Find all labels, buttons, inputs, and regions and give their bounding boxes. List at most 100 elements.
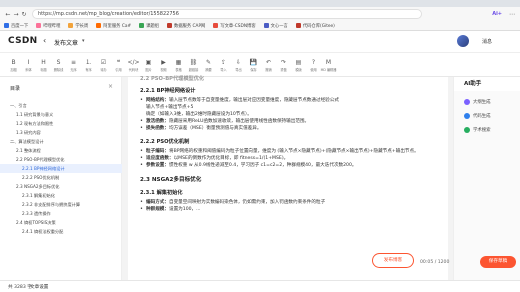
toolbar-button[interactable]: ☑ 待办 [96, 58, 111, 72]
bullet-text: 输入节点+输出节点+5 [146, 105, 194, 110]
toolbar-label: 视频 [160, 67, 167, 72]
toc-item[interactable]: 1.3 研究内容 [0, 128, 122, 137]
editor-paper[interactable]: 2.2 PSO-BP代理模型优化 2.2.1 BP神经网络设计 • 网络结构：输… [128, 76, 448, 280]
toolbar-button[interactable]: ↶ 撤销 [261, 58, 276, 72]
messages-link[interactable]: 消息 [482, 38, 492, 45]
article-settings-button[interactable]: 文章设置 [30, 284, 48, 290]
bookmark-label: 学长周 [75, 23, 89, 29]
word-count: 共 3283 字 [8, 285, 32, 290]
ai-tool-item[interactable]: 代码生成 [464, 113, 491, 119]
bookmark-icon [263, 23, 269, 28]
close-icon[interactable]: × [108, 83, 113, 90]
avatar[interactable] [457, 35, 469, 47]
toolbar-icon: ⇩ [235, 58, 242, 66]
ai-button[interactable]: Ai+ [492, 11, 502, 17]
bookmark-icon [4, 23, 9, 28]
toolbar-button[interactable]: M MD 编辑器 [321, 58, 337, 72]
toolbar-button[interactable]: ⇪ 导入 [216, 58, 231, 72]
bookmark-label: 写文章-CSDN博客 [220, 23, 256, 29]
toolbar-label: 保存 [250, 67, 257, 72]
bookmark-icon [213, 23, 219, 28]
bookmark-item[interactable]: 写文章-CSDN博客 [213, 23, 256, 29]
chevron-down-icon[interactable]: ▾ [82, 38, 85, 44]
bullet-text: 确定（如输入3维，输出2维时隐藏层设为10节点）。 [146, 112, 252, 117]
toolbar-icon: 💾 [249, 58, 258, 66]
bookmark-item[interactable]: 阿里服务 Ca# [96, 23, 131, 29]
toolbar-button[interactable]: I 斜体 [21, 58, 36, 72]
toolbar-button[interactable]: B 加粗 [6, 58, 21, 72]
ai-assistant-panel: AI助手 大纲生成 代码生成 学术搜索 [453, 77, 520, 280]
bullet-text: 设置为100，... [168, 207, 201, 212]
toolbar-button[interactable]: ✎ 摘要 [201, 58, 216, 72]
app-header: CSDN ‹ 发布文章 ▾ 消息 [0, 31, 520, 53]
bookmark-item[interactable]: 文心一言 [263, 23, 288, 29]
toolbar-button[interactable]: ≡ 无序 [66, 58, 81, 72]
toolbar-label: 重做 [280, 67, 287, 72]
list-item: • 粒子编码：将BP网络的权重和阈值编码为粒子位置向量，维度为 (输入节点×隐藏… [140, 148, 419, 154]
toc-item[interactable]: 2.2 PSO-BP代理模型优化 [0, 155, 122, 164]
toolbar-button[interactable]: S 删除线 [51, 58, 66, 72]
bookmark-item[interactable]: 百度一下 [4, 23, 28, 29]
toolbar-button[interactable]: 💾 保存 [246, 58, 261, 72]
forward-nav-icon[interactable]: → [12, 11, 20, 18]
toc-item[interactable]: 1.1 研究背景与意义 [0, 110, 122, 119]
address-bar-row: ← → ↻ https://mp.csdn.net/mp_blog/creati… [0, 7, 520, 21]
menu-icon[interactable]: ⋯ [508, 11, 516, 18]
toc-item[interactable]: 2.4 熵权TOPSIS决策 [0, 218, 122, 227]
toolbar-label: 代码块 [128, 67, 139, 72]
toc-item[interactable]: 2.3.3 遗传操作 [0, 209, 122, 218]
toolbar-icon: ❝ [116, 58, 121, 66]
bookmark-item[interactable]: 课题组 [139, 23, 159, 29]
save-draft-button[interactable]: 保存草稿 [480, 256, 516, 268]
toc-item[interactable]: 2.2.1 BP神经网络设计 [0, 164, 122, 173]
bookmark-item[interactable]: 数据服务 CAP网 [166, 23, 205, 29]
toolbar-button[interactable]: ▶ 视频 [156, 58, 171, 72]
bookmark-item[interactable]: 代码仓库(Gitee) [295, 23, 335, 29]
toolbar-icon: M [325, 58, 332, 66]
toc-item[interactable]: 2.3.2 非支配排序与拥挤度计算 [0, 200, 122, 209]
toc-item[interactable]: 2.2.2 PSO优化机制 [0, 173, 122, 182]
toolbar-button[interactable]: ▣ 图片 [141, 58, 156, 72]
list-item: • 适应度函数：以MSE的倒数作为优化目标，即 fitness=1/(1+MSE… [140, 155, 289, 161]
list-item: • 种群规模：设置为100，... [140, 206, 201, 212]
bullet-label: 激活函数： [146, 119, 169, 124]
toolbar-button[interactable]: ? 使用 [306, 58, 321, 72]
bullet-text: 均方误差（MSE）衡量预测值与真实值差异。 [168, 126, 262, 131]
back-arrow-icon[interactable]: ‹ [43, 36, 46, 45]
toolbar-icon: B [11, 58, 16, 66]
toolbar-button[interactable]: ❝ 引用 [111, 58, 126, 72]
toolbar-button[interactable]: H 标题 [36, 58, 51, 72]
toc-item[interactable]: 1.2 现有方法和限性 [0, 119, 122, 128]
toolbar-button[interactable]: </> 代码块 [126, 58, 141, 72]
toc-item[interactable]: 二、算法模型设计 [0, 137, 122, 146]
ai-tool-label: 代码生成 [473, 114, 491, 119]
ai-tool-item[interactable]: 学术搜索 [464, 127, 491, 133]
toolbar-button[interactable]: ▦ 表格 [171, 58, 186, 72]
toolbar-icon: ✎ [205, 58, 212, 66]
csdn-logo[interactable]: CSDN [8, 36, 37, 46]
toolbar-button[interactable]: ↷ 重做 [276, 58, 291, 72]
back-nav-icon[interactable]: ← [4, 11, 12, 18]
bullet-label: 网络结构： [146, 98, 169, 103]
browser-tab-bar [0, 0, 520, 7]
list-item: • 参数设置：惯性权重 w 从0.9线性递减至0.4，学习因子 c1=c2=2，… [140, 162, 357, 168]
toc-item[interactable]: 2.3 NSGA2多目标优化 [0, 182, 122, 191]
url-input[interactable]: https://mp.csdn.net/mp_blog/creation/edi… [32, 9, 422, 19]
bullet-text: 以MSE的倒数作为优化目标，即 fitness=1/(1+MSE)。 [173, 156, 289, 161]
bookmark-item[interactable]: 哔哩哔哩 [36, 23, 60, 29]
toolbar-button[interactable]: ⒈ 有序 [81, 58, 96, 72]
toc-panel: 目录 × 一、引言 1.1 研究背景与意义 1.2 现有方法和限性 1.3 研究内容二… [0, 77, 122, 280]
toolbar-icon: I [27, 58, 30, 66]
toc-item[interactable]: 一、引言 [0, 101, 122, 110]
toolbar-button[interactable]: ▤ 模版 [291, 58, 306, 72]
publish-button[interactable]: 发布博客 [372, 253, 414, 268]
toolbar-button[interactable]: ⛓ 超链接 [186, 58, 201, 72]
toolbar-button[interactable]: ⇩ 导出 [231, 58, 246, 72]
refresh-icon[interactable]: ↻ [20, 11, 28, 18]
ai-tool-item[interactable]: 大纲生成 [464, 99, 491, 105]
toc-item[interactable]: 2.3.1 解集初始化 [0, 191, 122, 200]
bullet-text: 输入层节点数等于自变量维度，输出层对应因变量维度，隐藏层节点数通过经验公式 [168, 98, 339, 103]
toc-item[interactable]: 2.4.1 熵权法权重分配 [0, 227, 122, 236]
toc-item[interactable]: 2.1 整体流程 [0, 146, 122, 155]
bookmark-item[interactable]: 学长周 [68, 23, 88, 29]
